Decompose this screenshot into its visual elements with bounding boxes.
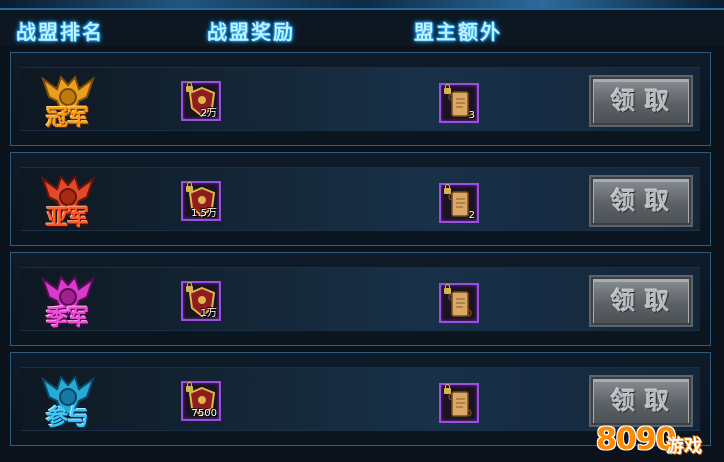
reward-slot[interactable]: 1万 <box>181 281 221 321</box>
extra-quantity: 3 <box>468 110 475 121</box>
reward-slot[interactable]: 2万 <box>181 81 221 121</box>
reward-slot[interactable]: 7500 <box>181 381 221 421</box>
reward-quantity: 1.5万 <box>191 208 217 219</box>
header-rank: 战盟排名 <box>16 20 104 44</box>
extra-slot[interactable] <box>439 283 479 323</box>
watermark-digits: 8090 <box>596 422 676 457</box>
extra-slot[interactable] <box>439 383 479 423</box>
extra-quantity: 2 <box>468 210 475 221</box>
claim-button[interactable]: 领取 <box>589 275 693 327</box>
extra-slot[interactable]: 2 <box>439 183 479 223</box>
claim-button[interactable]: 领取 <box>589 175 693 227</box>
rank-label: 季军 <box>45 305 89 331</box>
claim-button[interactable]: 领取 <box>589 75 693 127</box>
table-header <box>0 10 724 46</box>
reward-quantity: 7500 <box>191 408 217 419</box>
rank-label: 冠军 <box>45 105 89 131</box>
reward-quantity: 2万 <box>200 108 217 119</box>
header-leader-extra: 盟主额外 <box>414 20 502 44</box>
header-reward: 战盟奖励 <box>207 20 295 44</box>
rank-row-1: 冠军 2万 3 领取 <box>10 52 711 146</box>
scroll-icon <box>448 391 472 417</box>
watermark-logo: 8090 游戏 <box>596 416 716 457</box>
scroll-icon <box>448 291 472 317</box>
extra-slot[interactable]: 3 <box>439 83 479 123</box>
watermark-word: 游戏 <box>666 436 702 457</box>
rank-label: 参与 <box>45 405 89 431</box>
rank-row-3: 季军 1万 领取 <box>10 252 711 346</box>
rank-row-2: 亚军 1.5万 2 领取 <box>10 152 711 246</box>
reward-slot[interactable]: 1.5万 <box>181 181 221 221</box>
reward-quantity: 1万 <box>200 308 217 319</box>
rank-label: 亚军 <box>45 205 89 231</box>
